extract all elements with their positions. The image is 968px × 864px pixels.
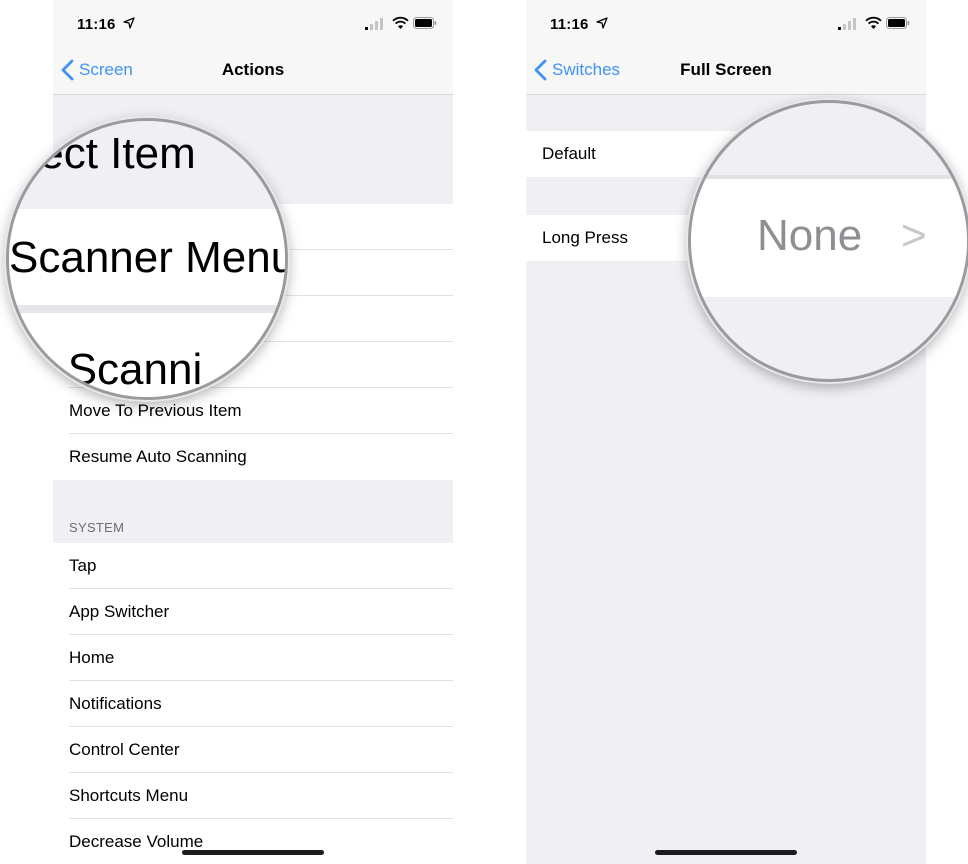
list-item-label: Control Center — [69, 740, 180, 759]
battery-icon — [886, 17, 910, 29]
list-item-label: Resume Auto Scanning — [69, 447, 247, 466]
home-indicator — [182, 850, 324, 855]
list-item-label: Tap — [69, 556, 97, 575]
zoomed-row-long-press: None > — [691, 179, 967, 297]
magnifier-callout: elect Item Scanner Menu p Scanni — [6, 118, 288, 400]
row-label: Default — [542, 144, 596, 163]
zoomed-label-scanner-menu: Scanner Menu — [9, 233, 288, 282]
home-indicator — [655, 850, 797, 855]
list-item-resume-auto-scanning[interactable]: Resume Auto Scanning — [53, 434, 453, 480]
list-item-control-center[interactable]: Control Center — [53, 727, 453, 773]
status-time: 11:16 — [77, 16, 116, 33]
list-item-label: Notifications — [69, 694, 162, 713]
row-label: Long Press — [542, 228, 628, 247]
list-item-label: Move To Previous Item — [69, 401, 242, 420]
status-bar: 11:16 — [526, 0, 926, 46]
zoomed-value-none: None — [757, 211, 863, 260]
battery-icon — [413, 17, 437, 29]
location-arrow-icon — [596, 17, 608, 29]
page-title: Full Screen — [680, 60, 772, 79]
magnifier-callout: None > — [688, 100, 968, 382]
list-item-label: Shortcuts Menu — [69, 786, 189, 805]
status-time: 11:16 — [550, 16, 589, 33]
cellular-signal-icon — [838, 18, 856, 30]
page-title: Actions — [221, 60, 285, 79]
list-item-app-switcher[interactable]: App Switcher — [53, 589, 453, 635]
section-header-system: SYSTEM — [69, 520, 125, 535]
list-item-label: Home — [69, 648, 115, 667]
navigation-bar: Switches Full Screen — [526, 46, 926, 95]
navigation-bar: Screen Actions — [53, 46, 453, 95]
cellular-signal-icon — [365, 18, 383, 30]
system-actions-list: Tap App Switcher Home Notifications Cont… — [53, 543, 453, 864]
list-item-label: Decrease Volume — [69, 832, 204, 851]
list-item-decrease-volume[interactable]: Decrease Volume — [53, 819, 453, 864]
list-item-home[interactable]: Home — [53, 635, 453, 681]
list-item-notifications[interactable]: Notifications — [53, 681, 453, 727]
list-item-shortcuts-menu[interactable]: Shortcuts Menu — [53, 773, 453, 819]
zoomed-row: p Scanni — [9, 313, 285, 397]
wifi-icon — [865, 16, 882, 29]
zoomed-label-select-item: elect Item — [6, 129, 196, 178]
location-arrow-icon — [123, 17, 135, 29]
list-item-tap[interactable]: Tap — [53, 543, 453, 589]
zoomed-row: elect Item — [6, 121, 285, 197]
list-item-label: App Switcher — [69, 602, 170, 621]
chevron-right-icon: > — [901, 211, 927, 260]
zoomed-row: Scanner Menu — [9, 209, 285, 305]
status-bar: 11:16 — [53, 0, 453, 46]
zoomed-label-stop-scanning: p Scanni — [31, 345, 203, 394]
wifi-icon — [392, 16, 409, 29]
